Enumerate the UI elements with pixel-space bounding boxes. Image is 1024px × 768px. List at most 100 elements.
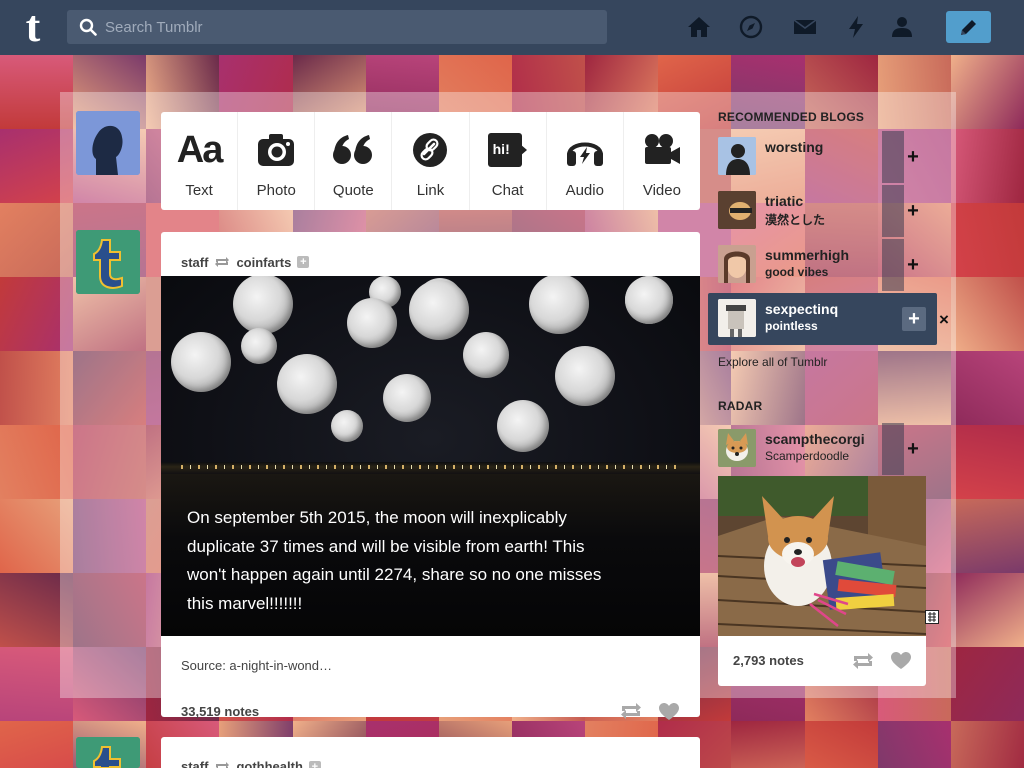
camera-icon [258,134,295,166]
moon [347,298,397,348]
blog-title: Scamperdoodle [765,449,850,463]
post-type-photo[interactable]: Photo [238,112,316,210]
follow-plus-icon[interactable]: + [902,307,926,331]
home-icon[interactable] [687,15,711,39]
post-type-label: Video [642,182,681,199]
pencil-icon [961,20,976,35]
search-input[interactable] [105,10,595,44]
background-tile [950,425,1024,499]
grid-icon[interactable] [925,610,939,624]
reblog-icon [215,761,230,768]
post-author[interactable]: staff [181,759,208,768]
post-type-label: Photo [256,182,296,199]
blog-title: good vibes [765,265,829,279]
post-type-label: Quote [332,182,374,199]
reblog-icon[interactable] [620,702,642,720]
heart-icon[interactable] [658,702,680,721]
post-type-quote[interactable]: Quote [315,112,393,210]
explore-link[interactable]: Explore all of Tumblr [718,355,827,369]
link-icon [413,133,448,167]
follow-plus-icon[interactable]: + [904,255,922,275]
reblogged-from[interactable]: coinfarts [236,255,291,270]
radar-post-image[interactable] [718,476,926,636]
follow-plus-icon[interactable]: + [297,256,310,268]
background-tile [950,499,1024,573]
radar-heading: RADAR [718,399,763,413]
moon [241,328,277,364]
notes-count[interactable]: 33,519 notes [181,704,259,719]
tumblr-t-icon [76,737,140,768]
recommended-blog[interactable]: triatic 漠然とした + [718,185,934,237]
tumblr-t-icon [76,230,140,294]
blog-header-preview [882,185,904,237]
blog-name: worsting [765,139,824,155]
background-tile [877,721,951,768]
notes-count[interactable]: 2,793 notes [733,653,804,668]
user-avatar[interactable] [76,111,140,175]
post-header: staff coinfarts + [161,232,700,276]
blog-avatar [718,137,756,175]
recommended-blog[interactable]: worsting + [718,131,934,183]
background-tile [950,129,1024,203]
moon [555,346,615,406]
post-header: staff gothhealth + [161,737,700,768]
moon [409,280,469,340]
post-type-bar: Aa Text Photo Quote Link hi! Chat Audio … [161,112,700,210]
recommended-blog[interactable]: summerhigh good vibes + [718,239,934,291]
post-image[interactable]: On september 5th 2015, the moon will ine… [161,276,700,636]
moon [233,276,293,334]
background-tile [950,203,1024,277]
recommended-blog-highlighted[interactable]: sexpectinq pointless + [708,293,937,345]
post-type-label: Audio [565,182,604,199]
staff-avatar[interactable] [76,230,140,294]
activity-icon[interactable] [844,15,868,39]
radar-post: 2,793 notes [718,476,939,686]
follow-plus-icon[interactable]: + [904,439,922,459]
chat-icon: hi! [487,133,528,167]
reblog-icon [215,257,230,267]
explore-icon[interactable] [739,15,763,39]
background-tile [950,573,1024,647]
post-type-video[interactable]: Video [624,112,700,210]
post-type-audio[interactable]: Audio [547,112,624,210]
post-type-chat[interactable]: hi! Chat [470,112,547,210]
moon [331,410,363,442]
reblog-icon[interactable] [852,652,874,670]
compose-button[interactable] [946,11,991,43]
post-type-label: Chat [491,182,524,199]
tumblr-logo[interactable]: t [18,5,48,49]
staff-avatar-2[interactable] [76,737,140,768]
post-type-link[interactable]: Link [392,112,470,210]
post-author[interactable]: staff [181,255,208,270]
search-bar[interactable] [67,10,607,44]
dashboard-post: staff gothhealth + [161,737,700,768]
follow-plus-icon[interactable]: + [904,201,922,221]
recommended-heading: RECOMMENDED BLOGS [718,110,865,124]
blog-avatar [718,191,756,229]
video-camera-icon [644,134,680,164]
background-tile [950,721,1024,768]
inbox-icon[interactable] [793,15,817,39]
moon [463,332,509,378]
dismiss-icon[interactable]: × [939,310,949,330]
blog-header-preview [882,239,904,291]
background-tile [950,647,1024,721]
account-icon[interactable] [890,15,914,39]
moon [497,400,549,452]
background-tile [731,721,805,768]
reblogged-from[interactable]: gothhealth [236,759,302,768]
blog-avatar [718,245,756,283]
blog-title: pointless [765,319,818,333]
background-tile [804,721,878,768]
radar-blog[interactable]: scampthecorgi Scamperdoodle + [718,423,934,475]
post-footer: 33,519 notes [161,686,700,736]
heart-icon[interactable] [890,651,912,670]
follow-plus-icon[interactable]: + [308,760,321,768]
follow-plus-icon[interactable]: + [904,147,922,167]
background-tile [950,351,1024,425]
blog-title: 漠然とした [765,213,826,227]
top-navigation-bar: t [0,0,1024,55]
moon [625,276,673,324]
post-source[interactable]: Source: a-night-in-wond… [161,636,700,686]
post-type-text[interactable]: Aa Text [161,112,239,210]
